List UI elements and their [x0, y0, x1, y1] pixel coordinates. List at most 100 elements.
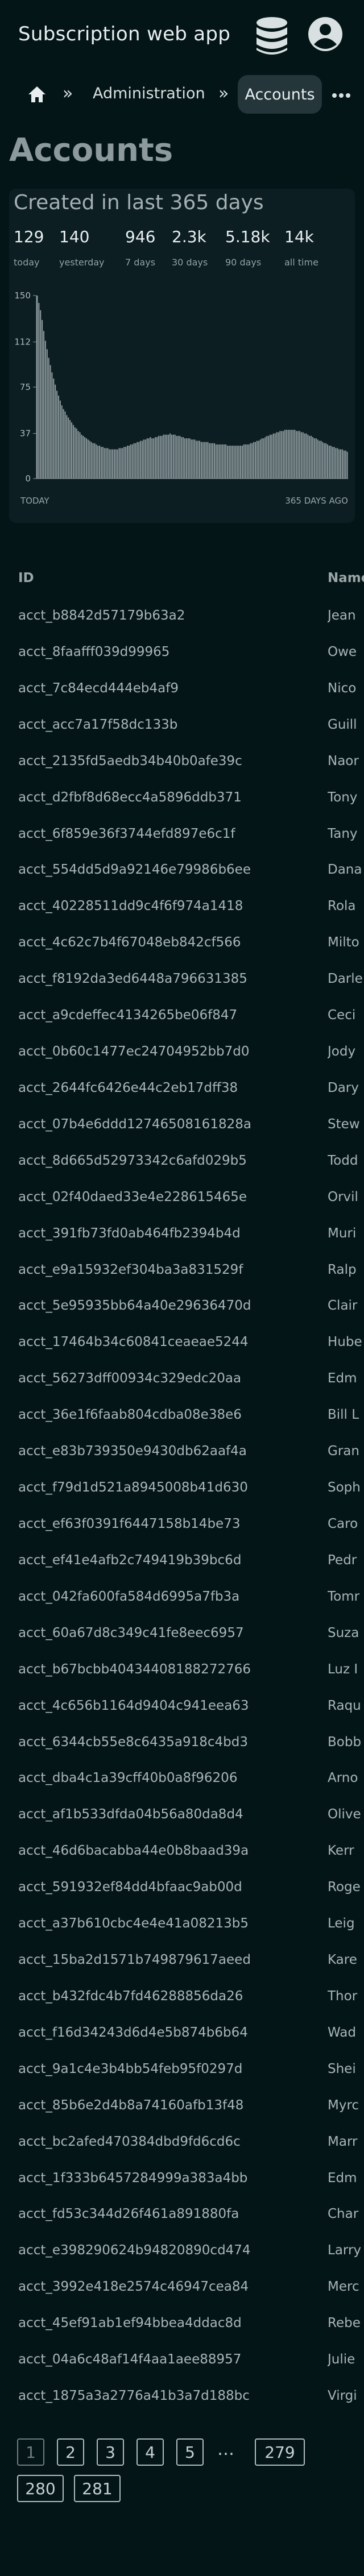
table-row[interactable]: acct_0b60c1477ec24704952bb7d0 Jody: [0, 1034, 364, 1070]
account-id-cell[interactable]: acct_0b60c1477ec24704952bb7d0: [18, 1044, 250, 1059]
user-circle-icon[interactable]: [307, 16, 344, 52]
table-row[interactable]: acct_391fb73fd0ab464fb2394b4d Muri: [0, 1216, 364, 1252]
page-button-1[interactable]: 1: [17, 2438, 44, 2466]
account-id-cell[interactable]: acct_60a67d8c349c41fe8eec6957: [18, 1626, 244, 1640]
table-row[interactable]: acct_1f333b6457284999a383a4bb Edm: [0, 2160, 364, 2197]
table-row[interactable]: acct_8d665d52973342c6afd029b5 Todd: [0, 1143, 364, 1179]
table-row[interactable]: acct_fd53c344d26f461a891880fa Char: [0, 2196, 364, 2233]
account-id-cell[interactable]: acct_45ef91ab1ef94bbea4ddac8d: [18, 2316, 242, 2330]
account-id-cell[interactable]: acct_4c656b1164d9404c941eea63: [18, 1698, 249, 1713]
account-id-cell[interactable]: acct_85b6e2d4b8a74160afb13f48: [18, 2098, 243, 2113]
table-row[interactable]: acct_45ef91ab1ef94bbea4ddac8d Rebe: [0, 2305, 364, 2342]
table-row[interactable]: acct_af1b533dfda04b56a80da8d4 Olive: [0, 1797, 364, 1833]
table-row[interactable]: acct_e83b739350e9430db62aaf4a Gran: [0, 1434, 364, 1470]
account-id-cell[interactable]: acct_2644fc6426e44c2eb17dff38: [18, 1081, 238, 1095]
account-id-cell[interactable]: acct_36e1f6faab804cdba08e38e6: [18, 1407, 242, 1422]
table-row[interactable]: acct_ef63f0391f6447158b14be73 Caro: [0, 1506, 364, 1543]
account-id-cell[interactable]: acct_591932ef84dd4bfaac9ab00d: [18, 1880, 242, 1894]
account-id-cell[interactable]: acct_1875a3a2776a41b3a7d188bc: [18, 2388, 250, 2403]
table-row[interactable]: acct_60a67d8c349c41fe8eec6957 Suza: [0, 1615, 364, 1652]
account-id-cell[interactable]: acct_46d6bacabba44e0b8baad39a: [18, 1843, 249, 1858]
app-title[interactable]: Subscription web app: [18, 23, 230, 45]
account-id-cell[interactable]: acct_1f333b6457284999a383a4bb: [18, 2171, 247, 2186]
account-id-cell[interactable]: acct_6344cb55e8c6435a918c4bd3: [18, 1735, 248, 1750]
table-row[interactable]: acct_9a1c4e3b4bb54feb95f0297d Shei: [0, 2051, 364, 2088]
table-row[interactable]: acct_591932ef84dd4bfaac9ab00d Roge: [0, 1869, 364, 1906]
page-button-281[interactable]: 281: [74, 2475, 121, 2502]
account-id-cell[interactable]: acct_f79d1d521a8945008b41d630: [18, 1480, 248, 1495]
table-row[interactable]: acct_e398290624b94820890cd474 Larry: [0, 2233, 364, 2269]
account-id-cell[interactable]: acct_2135fd5aedb34b40b0afe39c: [18, 754, 242, 768]
table-row[interactable]: acct_042fa600fa584d6995a7fb3a Tomr: [0, 1579, 364, 1615]
page-button-4[interactable]: 4: [136, 2438, 164, 2466]
account-id-cell[interactable]: acct_b67bcbb40434408188272766: [18, 1662, 251, 1677]
breadcrumb-administration[interactable]: Administration: [93, 85, 205, 102]
home-icon[interactable]: [27, 85, 47, 103]
account-id-cell[interactable]: acct_f16d34243d6d4e5b874b6b64: [18, 2025, 248, 2040]
table-row[interactable]: acct_3992e418e2574c46947cea84 Merc: [0, 2269, 364, 2305]
account-id-cell[interactable]: acct_e398290624b94820890cd474: [18, 2243, 251, 2258]
account-id-cell[interactable]: acct_a37b610cbc4e4e41a08213b5: [18, 1916, 249, 1931]
table-row[interactable]: acct_8faafff039d99965 Owe: [0, 634, 364, 671]
account-id-cell[interactable]: acct_d2fbf8d68ecc4a5896ddb371: [18, 790, 242, 805]
account-id-cell[interactable]: acct_40228511dd9c4f6f974a1418: [18, 899, 243, 913]
page-button-5[interactable]: 5: [176, 2438, 204, 2466]
table-row[interactable]: acct_04a6c48af14f4aa1aee88957 Julie: [0, 2342, 364, 2378]
table-row[interactable]: acct_7c84ecd444eb4af9 Nico: [0, 671, 364, 707]
table-row[interactable]: acct_2135fd5aedb34b40b0afe39c Naor: [0, 743, 364, 780]
account-id-cell[interactable]: acct_fd53c344d26f461a891880fa: [18, 2207, 239, 2221]
table-row[interactable]: acct_b432fdc4b7fd46288856da26 Thor: [0, 1979, 364, 2015]
table-row[interactable]: acct_f16d34243d6d4e5b874b6b64 Wad: [0, 2015, 364, 2051]
account-id-cell[interactable]: acct_554dd5d9a92146e79986b6ee: [18, 862, 251, 877]
account-id-cell[interactable]: acct_af1b533dfda04b56a80da8d4: [18, 1807, 243, 1822]
account-id-cell[interactable]: acct_07b4e6ddd12746508161828a: [18, 1117, 251, 1132]
table-row[interactable]: acct_40228511dd9c4f6f974a1418 Rola: [0, 888, 364, 925]
table-row[interactable]: acct_07b4e6ddd12746508161828a Stew: [0, 1107, 364, 1143]
column-header-name[interactable]: Name: [328, 571, 364, 585]
account-id-cell[interactable]: acct_391fb73fd0ab464fb2394b4d: [18, 1226, 241, 1241]
account-id-cell[interactable]: acct_4c62c7b4f67048eb842cf566: [18, 935, 241, 950]
account-id-cell[interactable]: acct_3992e418e2574c46947cea84: [18, 2279, 249, 2294]
table-row[interactable]: acct_02f40daed33e4e228615465e Orvil: [0, 1179, 364, 1216]
table-row[interactable]: acct_6f859e36f3744efd897e6c1f Tany: [0, 816, 364, 853]
account-id-cell[interactable]: acct_dba4c1a39cff40b0a8f96206: [18, 1771, 237, 1785]
table-row[interactable]: acct_1875a3a2776a41b3a7d188bc Virgi: [0, 2378, 364, 2415]
account-id-cell[interactable]: acct_acc7a17f58dc133b: [18, 717, 177, 732]
table-row[interactable]: acct_b67bcbb40434408188272766 Luz I: [0, 1652, 364, 1688]
account-id-cell[interactable]: acct_9a1c4e3b4bb54feb95f0297d: [18, 2062, 242, 2076]
account-id-cell[interactable]: acct_02f40daed33e4e228615465e: [18, 1190, 247, 1204]
account-id-cell[interactable]: acct_04a6c48af14f4aa1aee88957: [18, 2352, 241, 2367]
account-id-cell[interactable]: acct_8d665d52973342c6afd029b5: [18, 1153, 247, 1168]
table-row[interactable]: acct_17464b34c60841ceaeae5244 Hube: [0, 1324, 364, 1361]
account-id-cell[interactable]: acct_6f859e36f3744efd897e6c1f: [18, 826, 235, 841]
column-header-id[interactable]: ID: [18, 571, 34, 585]
table-row[interactable]: acct_acc7a17f58dc133b Guill: [0, 707, 364, 743]
account-id-cell[interactable]: acct_ef41e4afb2c749419b39bc6d: [18, 1553, 241, 1568]
table-row[interactable]: acct_46d6bacabba44e0b8baad39a Kerr: [0, 1833, 364, 1869]
table-row[interactable]: acct_ef41e4afb2c749419b39bc6d Pedr: [0, 1543, 364, 1579]
breadcrumb-accounts[interactable]: Accounts: [238, 75, 322, 114]
table-row[interactable]: acct_dba4c1a39cff40b0a8f96206 Arno: [0, 1760, 364, 1797]
table-row[interactable]: acct_15ba2d1571b749879617aeed Kare: [0, 1942, 364, 1979]
account-id-cell[interactable]: acct_f8192da3ed6448a796631385: [18, 971, 247, 986]
account-id-cell[interactable]: acct_56273dff00934c329edc20aa: [18, 1371, 241, 1386]
table-row[interactable]: acct_f8192da3ed6448a796631385 Darle: [0, 961, 364, 998]
table-row[interactable]: acct_bc2afed470384dbd9fd6cd6c Marr: [0, 2124, 364, 2160]
table-row[interactable]: acct_a9cdeffec4134265be06f847 Ceci: [0, 998, 364, 1034]
table-row[interactable]: acct_554dd5d9a92146e79986b6ee Dana: [0, 852, 364, 888]
account-id-cell[interactable]: acct_17464b34c60841ceaeae5244: [18, 1335, 249, 1349]
page-button-3[interactable]: 3: [97, 2438, 124, 2466]
database-icon[interactable]: [254, 16, 289, 57]
account-id-cell[interactable]: acct_b8842d57179b63a2: [18, 608, 185, 623]
table-row[interactable]: acct_a37b610cbc4e4e41a08213b5 Leig: [0, 1906, 364, 1942]
account-id-cell[interactable]: acct_b432fdc4b7fd46288856da26: [18, 1989, 243, 2004]
table-row[interactable]: acct_6344cb55e8c6435a918c4bd3 Bobb: [0, 1725, 364, 1761]
table-row[interactable]: acct_d2fbf8d68ecc4a5896ddb371 Tony: [0, 780, 364, 816]
table-row[interactable]: acct_85b6e2d4b8a74160afb13f48 Myrc: [0, 2088, 364, 2124]
account-id-cell[interactable]: acct_e9a15932ef304ba3a831529f: [18, 1262, 243, 1277]
account-id-cell[interactable]: acct_8faafff039d99965: [18, 645, 169, 659]
account-id-cell[interactable]: acct_042fa600fa584d6995a7fb3a: [18, 1589, 239, 1604]
account-id-cell[interactable]: acct_a9cdeffec4134265be06f847: [18, 1008, 237, 1023]
table-row[interactable]: acct_56273dff00934c329edc20aa Edm: [0, 1361, 364, 1397]
account-id-cell[interactable]: acct_ef63f0391f6447158b14be73: [18, 1516, 240, 1531]
